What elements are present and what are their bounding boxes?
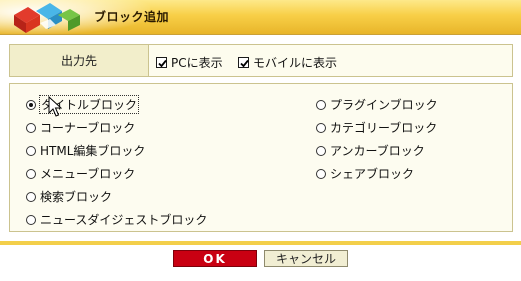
footer-divider	[0, 241, 521, 245]
radio-button[interactable]	[26, 145, 36, 156]
radio-menu-block[interactable]: メニューブロック	[26, 165, 135, 182]
checkbox-mobile[interactable]	[238, 57, 249, 68]
radio-label: 検索ブロック	[40, 190, 113, 204]
radio-corner-block[interactable]: コーナーブロック	[26, 119, 135, 136]
radio-html-block[interactable]: HTML編集ブロック	[26, 142, 145, 159]
ok-button[interactable]: OK	[173, 250, 257, 267]
radio-label: ニュースダイジェストブロック	[40, 213, 208, 227]
mobile-display-label: モバイルに表示	[253, 56, 338, 70]
radio-button[interactable]	[26, 168, 36, 179]
radio-button[interactable]	[316, 145, 326, 156]
output-destination-label: 出力先	[10, 45, 149, 76]
mobile-display-checkbox[interactable]: モバイルに表示	[238, 54, 337, 71]
radio-button[interactable]	[26, 191, 36, 202]
radio-title-block[interactable]: タイトルブロック	[26, 95, 140, 114]
colored-blocks-icon	[14, 3, 80, 33]
radio-label: メニューブロック	[40, 167, 136, 181]
radio-label: HTML編集ブロック	[40, 144, 146, 158]
radio-search-block[interactable]: 検索ブロック	[26, 188, 112, 205]
cancel-button[interactable]: キャンセル	[264, 250, 348, 267]
radio-label: コーナーブロック	[40, 121, 136, 135]
mouse-pointer-icon	[48, 96, 62, 117]
radio-button[interactable]	[316, 122, 326, 133]
radio-share-block[interactable]: シェアブロック	[316, 165, 414, 182]
radio-anchor-block[interactable]: アンカーブロック	[316, 142, 425, 159]
radio-label: プラグインブロック	[330, 98, 438, 112]
output-destination-options: PCに表示 モバイルに表示	[149, 45, 512, 76]
radio-button[interactable]	[26, 99, 36, 110]
radio-label: シェアブロック	[330, 167, 415, 181]
radio-button[interactable]	[316, 99, 326, 110]
radio-button[interactable]	[26, 214, 36, 225]
checkbox-pc[interactable]	[156, 57, 167, 68]
pc-display-checkbox[interactable]: PCに表示	[156, 54, 223, 71]
radio-category-block[interactable]: カテゴリーブロック	[316, 119, 437, 136]
pc-display-label: PCに表示	[171, 56, 223, 70]
radio-news-digest-block[interactable]: ニュースダイジェストブロック	[26, 211, 207, 228]
radio-plugin-block[interactable]: プラグインブロック	[316, 96, 438, 113]
output-destination-panel: 出力先 PCに表示 モバイルに表示	[9, 44, 513, 77]
block-type-panel: タイトルブロック コーナーブロック HTML編集ブロック メニューブロック 検索…	[9, 83, 513, 232]
radio-label: アンカーブロック	[330, 144, 425, 158]
radio-button[interactable]	[316, 168, 326, 179]
dialog-title: ブロック追加	[94, 10, 170, 24]
radio-button[interactable]	[26, 122, 36, 133]
radio-label: カテゴリーブロック	[330, 121, 438, 135]
dialog-header: ブロック追加	[0, 0, 521, 35]
